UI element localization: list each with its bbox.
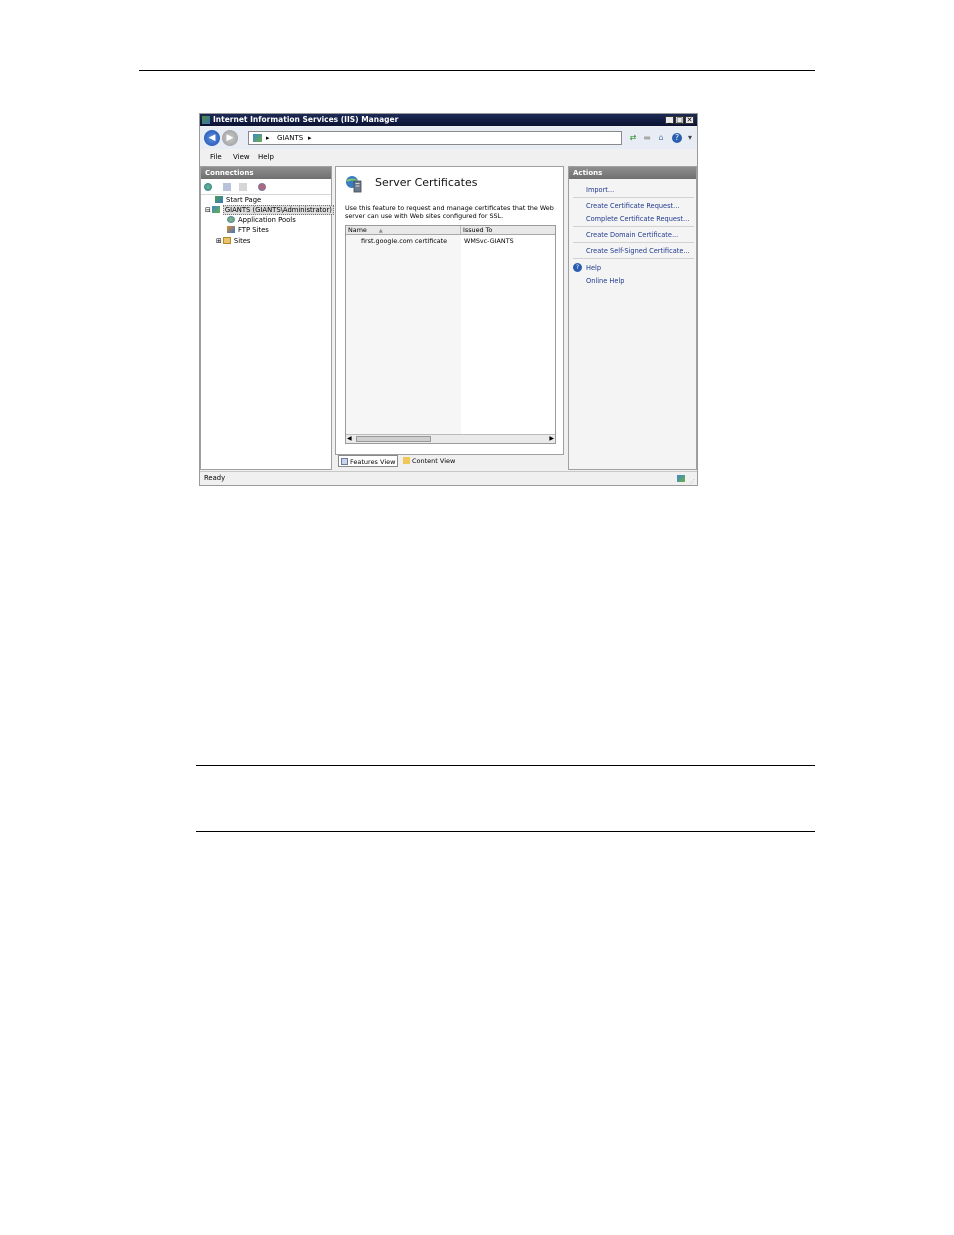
action-create-domain-certificate[interactable]: Create Domain Certificate... — [586, 231, 678, 239]
save-icon[interactable] — [223, 183, 231, 191]
sort-ascending-icon: ▲ — [378, 228, 383, 234]
separator — [573, 197, 694, 198]
separator — [573, 226, 694, 227]
close-button[interactable]: ✕ — [685, 116, 694, 124]
content-view-icon — [403, 457, 410, 464]
stop-icon[interactable]: ▬ — [642, 133, 652, 143]
column-header-issued-to[interactable]: Issued To — [461, 226, 555, 235]
tab-features-view[interactable]: Features View — [338, 455, 398, 467]
delete-connection-icon[interactable] — [258, 183, 266, 191]
tree-item-sites[interactable]: ⊞ Sites — [216, 237, 250, 245]
connections-panel: Connections Start Page ⊟ GIANTS (GIANTS\A… — [200, 166, 334, 470]
iis-manager-window: Internet Information Services (IIS) Mana… — [199, 113, 698, 486]
horizontal-scrollbar[interactable]: ◀ ▶ — [346, 434, 555, 443]
connections-toolbar — [201, 180, 331, 195]
view-tabs: Features View Content View — [337, 454, 563, 470]
address-node-giants[interactable]: GIANTS — [277, 132, 303, 144]
action-import[interactable]: Import... — [586, 186, 614, 194]
chevron-right-icon[interactable]: ▸ — [308, 132, 312, 144]
navigation-bar: ◀ ▶ ▸ GIANTS ▸ ⇄ ▬ ⌂ ? ▾ — [200, 127, 697, 149]
action-create-self-signed-certificate[interactable]: Create Self-Signed Certificate... — [586, 247, 690, 255]
bottom-rule — [196, 831, 815, 832]
menu-help[interactable]: Help — [258, 153, 274, 161]
back-button[interactable]: ◀ — [204, 130, 220, 146]
tree-item-start-page[interactable]: Start Page — [215, 196, 261, 204]
certificate-issued-to-cell[interactable]: WMSvc-GIANTS — [464, 237, 514, 245]
up-level-icon[interactable] — [239, 183, 247, 191]
scroll-right-icon[interactable]: ▶ — [549, 435, 554, 443]
certificates-list: Name ▲ Issued To first.google.com certif… — [345, 225, 556, 444]
feature-panel: Server Certificates Use this feature to … — [335, 166, 564, 455]
chevron-right-icon[interactable]: ▸ — [266, 132, 270, 144]
status-server-icon — [677, 475, 685, 482]
start-page-icon — [215, 196, 223, 203]
status-bar: Ready ⋰ — [200, 471, 697, 485]
resize-grip-icon[interactable]: ⋰ — [690, 476, 695, 485]
ftp-sites-icon — [227, 226, 235, 233]
help-icon: ? — [573, 263, 582, 272]
connect-icon[interactable]: ⇄ — [628, 133, 638, 143]
action-complete-certificate-request[interactable]: Complete Certificate Request... — [586, 215, 689, 223]
column-header-name[interactable]: Name ▲ — [346, 226, 461, 235]
minimize-button[interactable]: _ — [665, 116, 674, 124]
feature-description: Use this feature to request and manage c… — [345, 204, 554, 220]
server-icon — [211, 206, 220, 213]
title-bar[interactable]: Internet Information Services (IIS) Mana… — [200, 114, 697, 126]
name-column-background — [346, 235, 461, 434]
certificate-name-cell[interactable]: first.google.com certificate — [361, 237, 447, 245]
app-pools-icon — [227, 216, 235, 223]
tree-item-server[interactable]: ⊟ GIANTS (GIANTS\Administrator) — [205, 205, 334, 215]
connections-header: Connections — [201, 167, 331, 179]
maximize-button[interactable]: □ — [675, 116, 684, 124]
window-title: Internet Information Services (IIS) Mana… — [213, 115, 399, 124]
menu-file[interactable]: File — [210, 153, 222, 161]
tab-content-view[interactable]: Content View — [401, 455, 455, 467]
forward-button[interactable]: ▶ — [222, 130, 238, 146]
connect-globe-icon[interactable] — [204, 183, 212, 191]
tree-item-application-pools[interactable]: Application Pools — [227, 216, 296, 224]
iis-app-icon — [202, 116, 210, 124]
action-help[interactable]: Help — [586, 264, 601, 272]
feature-title: Server Certificates — [375, 176, 478, 189]
address-bar[interactable]: ▸ GIANTS ▸ — [248, 131, 622, 145]
action-online-help[interactable]: Online Help — [586, 277, 624, 285]
middle-rule — [196, 765, 815, 766]
separator — [573, 258, 694, 259]
chevron-down-icon[interactable]: ▾ — [685, 133, 695, 143]
tree-item-ftp-sites[interactable]: FTP Sites — [227, 226, 269, 234]
collapse-toggle[interactable]: ⊟ — [205, 206, 211, 214]
sites-folder-icon — [222, 237, 231, 244]
menu-view[interactable]: View — [233, 153, 250, 161]
home-icon[interactable]: ⌂ — [656, 133, 666, 143]
scrollbar-thumb[interactable] — [356, 436, 431, 442]
separator — [573, 242, 694, 243]
expand-toggle[interactable]: ⊞ — [216, 237, 222, 245]
menu-bar: File View Help — [200, 150, 697, 164]
server-certificates-icon — [346, 176, 362, 193]
help-icon[interactable]: ? — [672, 133, 682, 143]
top-rule — [139, 70, 815, 71]
status-text: Ready — [204, 474, 226, 482]
server-icon — [253, 134, 262, 142]
actions-header: Actions — [569, 167, 696, 179]
features-view-icon — [341, 458, 348, 465]
actions-panel: Actions Import... Create Certificate Req… — [568, 166, 697, 470]
scroll-left-icon[interactable]: ◀ — [347, 435, 352, 443]
action-create-certificate-request[interactable]: Create Certificate Request... — [586, 202, 679, 210]
